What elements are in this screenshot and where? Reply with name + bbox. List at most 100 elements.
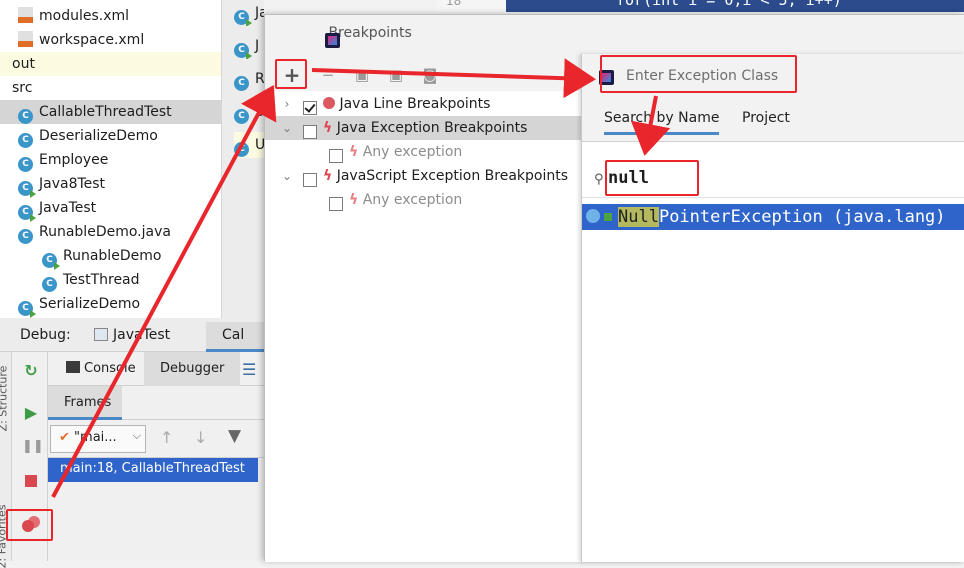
class-icon: C [234,10,252,26]
checkmark-icon: ✔ [59,430,70,445]
tree-item-employee[interactable]: C Employee [18,148,108,172]
class-icon: C [42,277,57,292]
red-dot-icon [323,97,335,109]
up-arrow-icon[interactable]: ↑ [160,428,173,447]
exception-bolt-icon: ϟ [323,120,333,136]
tree-item-src[interactable]: src [12,76,32,100]
pause-icon[interactable]: ❚❚ [22,438,44,456]
group-by-class-icon[interactable]: ◙ [419,64,441,86]
debug-session-tab-callable[interactable]: Cal [206,322,264,352]
collapse-arrow-icon[interactable]: ⌄ [281,116,293,140]
class-icon: C [18,157,33,172]
stop-icon[interactable] [22,472,40,490]
tree-item-serializedemo[interactable]: C SerializeDemo [18,292,140,318]
class-icon: C [234,109,249,124]
exception-class-chooser: Enter Exception Class Search by Name Pro… [581,54,964,562]
frame-row[interactable]: main:18, CallableThreadTest [48,458,258,482]
tree-item-runabledemo-java[interactable]: C RunableDemo.java [18,220,171,244]
code-editor[interactable]: for(int i = 0;i < 5; i++) [506,0,964,12]
bp-group-java-line[interactable]: › Java Line Breakpoints [265,92,581,116]
runnable-class-icon: C [42,253,60,270]
bp-group-java-exception[interactable]: ⌄ ϟ Java Exception Breakpoints [265,116,581,140]
tree-item-callablethreadtest[interactable]: C CallableThreadTest [0,100,221,124]
code-line: for(int i = 0;i < 5; i++) [616,0,842,9]
bp-item-any-exception[interactable]: ϟ Any exception [265,188,581,212]
lock-icon [604,213,612,221]
tab-search-by-name[interactable]: Search by Name [604,110,720,135]
tree-item-workspace-xml[interactable]: workspace.xml [18,28,144,52]
tree-item-runabledemo[interactable]: C RunableDemo [42,244,161,270]
group-by-package-icon[interactable]: ▣ [351,64,373,86]
runnable-class-icon: C [18,181,36,198]
breakpoints-tree: › Java Line Breakpoints ⌄ ϟ Java Excepti… [265,91,581,562]
resume-icon[interactable]: ▶ [22,404,40,422]
debug-tool-bar: Debug: JavaTest Cal [0,318,264,352]
editor-tab-column: CJava8Test CJ CR CS CU [222,0,264,318]
tab-debugger[interactable]: Debugger [144,352,241,386]
tree-item-javatest[interactable]: C JavaTest [18,196,96,222]
debug-label: Debug: [20,327,71,343]
rerun-icon[interactable]: ↻ [22,362,40,380]
class-icon: C [234,76,249,91]
annotation-box-search [605,160,699,196]
checkbox[interactable] [329,197,343,211]
chooser-tabs: Search by Name Project [582,96,964,142]
group-by-file-icon[interactable]: ▣ [385,64,407,86]
search-icon: ⚲ [594,172,604,187]
xml-file-icon [18,7,33,23]
tree-item-modules-xml[interactable]: modules.xml [18,4,129,28]
exception-bolt-icon: ϟ [349,144,359,160]
layout-menu-icon[interactable]: ☰ [242,360,256,379]
tab-project[interactable]: Project [742,110,790,126]
session-icon [94,328,108,341]
tree-item-testthread[interactable]: C TestThread [42,268,140,292]
collapse-arrow-icon[interactable]: ⌄ [281,164,293,188]
annotation-box-view-breakpoints [6,509,53,541]
bp-group-javascript-exception[interactable]: ⌄ ϟ JavaScript Exception Breakpoints [265,164,581,188]
chevron-down-icon: ⌵ [132,429,141,442]
editor-tab[interactable]: CR [234,66,264,92]
tree-item-deserializedemo[interactable]: C DeserializeDemo [18,124,158,148]
remove-breakpoint-button[interactable]: − [317,64,339,86]
debug-session-tab-javatest[interactable]: JavaTest [94,327,170,343]
structure-tool-label[interactable]: Z: Structure [0,366,9,432]
class-icon: C [18,109,33,124]
tree-item-java8test[interactable]: C Java8Test [18,172,105,198]
checkbox[interactable] [303,101,317,115]
class-icon [586,209,600,223]
tab-console[interactable]: Console [66,361,136,376]
tree-item-out[interactable]: out [0,52,221,76]
runnable-class-icon: C [18,205,36,222]
expand-arrow-icon[interactable]: › [281,92,293,116]
debugger-pane: Console Debugger ☰ Frames ✔ "mai... ⌵ ↑ ↓… [48,352,264,561]
checkbox[interactable] [303,173,317,187]
checkbox[interactable] [303,125,317,139]
intellij-icon [325,33,340,48]
frames-tab[interactable]: Frames [48,386,122,420]
thread-select[interactable]: ✔ "mai... ⌵ [50,425,146,453]
editor-tab[interactable]: CU [234,132,264,158]
editor-tab[interactable]: CJava8Test [234,0,264,26]
line-number: 18 [446,0,462,8]
class-icon: C [234,142,249,157]
editor-tab[interactable]: CJ [234,33,264,59]
exception-bolt-icon: ϟ [349,192,359,208]
bp-item-any-exception[interactable]: ϟ Any exception [265,140,581,164]
runnable-class-icon: C [18,301,36,318]
xml-file-icon [18,31,33,47]
exception-bolt-icon: ϟ [323,168,333,184]
result-row[interactable]: NullPointerException (java.lang) [582,204,964,230]
editor-tab[interactable]: CS [234,99,264,125]
checkbox[interactable] [329,149,343,163]
annotation-box-class-field [600,55,797,93]
dialog-title: Breakpoints [265,15,964,53]
class-icon: C [18,229,33,244]
project-tree: modules.xml workspace.xml out src C Calla… [0,0,222,318]
breakpoints-dialog: Breakpoints + − ▣ ▣ ◙ › Java Line Breakp… [264,14,964,562]
down-arrow-icon[interactable]: ↓ [194,428,207,447]
class-icon: C [18,133,33,148]
annotation-box-add [275,59,307,89]
class-icon: C [234,43,252,59]
filter-icon[interactable]: ▼ [228,426,241,446]
console-icon [66,361,80,373]
